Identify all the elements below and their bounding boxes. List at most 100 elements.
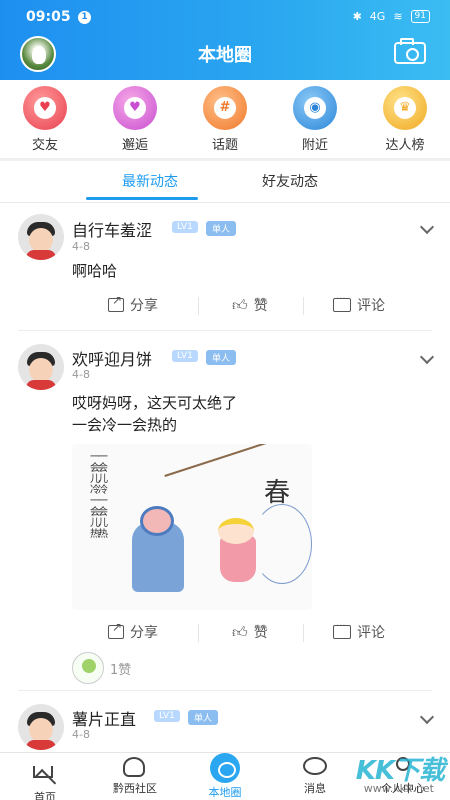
- status-badge: 单人: [188, 710, 219, 725]
- nav-label: 黔西社区: [113, 782, 157, 795]
- category-label: 附近: [301, 138, 328, 153]
- crown-icon: ♛: [383, 86, 427, 130]
- category-label: 邂逅: [121, 138, 148, 153]
- level-badge: LV1: [172, 221, 198, 233]
- level-badge: LV1: [172, 350, 198, 362]
- nav-messages[interactable]: 消息: [280, 757, 350, 796]
- status-time: 09:05: [26, 9, 71, 25]
- category-leaderboard[interactable]: ♛ 达人榜: [370, 80, 440, 158]
- bluetooth-icon: ✱: [352, 10, 362, 23]
- tab-latest[interactable]: 最新动态: [122, 171, 178, 191]
- wifi-icon: ≋: [393, 10, 403, 23]
- post-text-line: 一会冷一会热的: [72, 416, 178, 434]
- comment-icon: [333, 294, 351, 312]
- status-bar: 09:05 1 ✱ 4G ≋ 91: [0, 6, 450, 28]
- post-text-line: 哎呀妈呀，这天可太绝了: [72, 394, 238, 412]
- chevron-down-icon[interactable]: [419, 219, 435, 235]
- chevron-down-icon[interactable]: [419, 709, 435, 725]
- category-label: 交友: [31, 138, 58, 153]
- share-icon: [108, 620, 124, 639]
- status-badge: 单人: [206, 350, 237, 365]
- nav-label: 首页: [34, 791, 56, 800]
- section-divider: [0, 158, 450, 161]
- like-count: 1赞: [110, 663, 132, 678]
- nav-local-circle[interactable]: 本地圈: [190, 753, 260, 800]
- category-label: 话题: [211, 138, 238, 153]
- nav-label: 消息: [304, 782, 326, 795]
- tab-friends[interactable]: 好友动态: [262, 171, 318, 191]
- hashtag-icon: #: [203, 86, 247, 130]
- heartbeat-icon: ♥: [113, 86, 157, 130]
- like-button[interactable]: 👍︎ 赞: [232, 622, 268, 642]
- post-actions: 分享 👍︎ 赞 评论: [0, 620, 450, 646]
- thumbs-up-icon: 👍︎: [232, 295, 248, 314]
- nav-label: 本地圈: [208, 786, 242, 799]
- comment-icon: [333, 621, 351, 639]
- post-actions: 分享 👍︎ 赞 评论: [0, 293, 450, 319]
- avatar[interactable]: [18, 704, 64, 750]
- category-topics[interactable]: # 话题: [190, 80, 260, 158]
- comment-button[interactable]: 评论: [333, 294, 385, 315]
- notification-count-badge: 1: [78, 11, 91, 24]
- home-icon: [33, 766, 57, 791]
- page-title: 本地圈: [198, 45, 252, 66]
- post-date: 4-8: [72, 368, 90, 381]
- category-make-friends[interactable]: ♥ 交友: [10, 80, 80, 158]
- category-label: 达人榜: [385, 138, 425, 153]
- share-icon: [108, 293, 124, 312]
- like-label: 赞: [253, 298, 268, 314]
- location-icon: ◉: [293, 86, 337, 130]
- action-divider: [303, 624, 304, 642]
- status-badge: 单人: [206, 221, 237, 236]
- share-label: 分享: [130, 298, 158, 314]
- post-image[interactable]: 一会儿冷一会儿热 一会儿冷一会儿热 春: [72, 444, 312, 610]
- post-text: 啊哈哈: [72, 262, 118, 280]
- status-icons: ✱ 4G ≋ 91: [353, 10, 430, 23]
- liker-avatar[interactable]: [72, 652, 104, 684]
- avatar[interactable]: [18, 344, 64, 390]
- nav-home[interactable]: 首页: [10, 757, 80, 800]
- share-button[interactable]: 分享: [108, 293, 158, 315]
- community-icon: [123, 757, 147, 779]
- image-girl-head: [218, 518, 254, 544]
- share-button[interactable]: 分享: [108, 620, 158, 642]
- level-badge: LV1: [154, 710, 180, 722]
- battery-icon: 91: [410, 10, 430, 23]
- network-label: 4G: [369, 10, 386, 23]
- heart-icon: ♥: [23, 86, 67, 130]
- post-author-name[interactable]: 自行车羞涩: [72, 217, 152, 241]
- comment-label: 评论: [357, 298, 385, 314]
- avatar[interactable]: [18, 214, 64, 260]
- eye-icon: [210, 753, 240, 783]
- watermark-url: www.kkx.net: [363, 782, 434, 795]
- post-date: 4-8: [72, 728, 90, 741]
- post-date: 4-8: [72, 240, 90, 253]
- image-branch: [164, 444, 270, 477]
- nav-community[interactable]: 黔西社区: [100, 757, 170, 796]
- action-divider: [198, 297, 199, 315]
- feed-tabs: 最新动态 好友动态: [0, 162, 450, 202]
- category-row: ♥ 交友 ♥ 邂逅 # 话题 ◉ 附近 ♛ 达人榜: [0, 80, 450, 158]
- share-label: 分享: [130, 625, 158, 641]
- action-divider: [198, 624, 199, 642]
- image-old-man-head: [140, 506, 174, 536]
- like-button[interactable]: 👍︎ 赞: [232, 295, 268, 315]
- post-divider: [18, 690, 432, 691]
- category-nearby[interactable]: ◉ 附近: [280, 80, 350, 158]
- camera-icon[interactable]: [394, 38, 426, 64]
- category-encounter[interactable]: ♥ 邂逅: [100, 80, 170, 158]
- comment-button[interactable]: 评论: [333, 621, 385, 642]
- message-icon: [303, 757, 327, 779]
- action-divider: [303, 297, 304, 315]
- post-author-name[interactable]: 薯片正直: [72, 706, 136, 730]
- chevron-down-icon[interactable]: [419, 349, 435, 365]
- image-title: 春: [264, 478, 291, 508]
- image-loop: [252, 504, 312, 584]
- thumbs-up-icon: 👍︎: [232, 622, 248, 641]
- comment-label: 评论: [357, 625, 385, 641]
- tabs-divider: [0, 202, 450, 203]
- post-author-name[interactable]: 欢呼迎月饼: [72, 346, 152, 370]
- post-divider: [18, 330, 432, 331]
- image-side-text: 一会儿冷一会儿热: [98, 452, 108, 540]
- active-tab-indicator: [86, 197, 198, 200]
